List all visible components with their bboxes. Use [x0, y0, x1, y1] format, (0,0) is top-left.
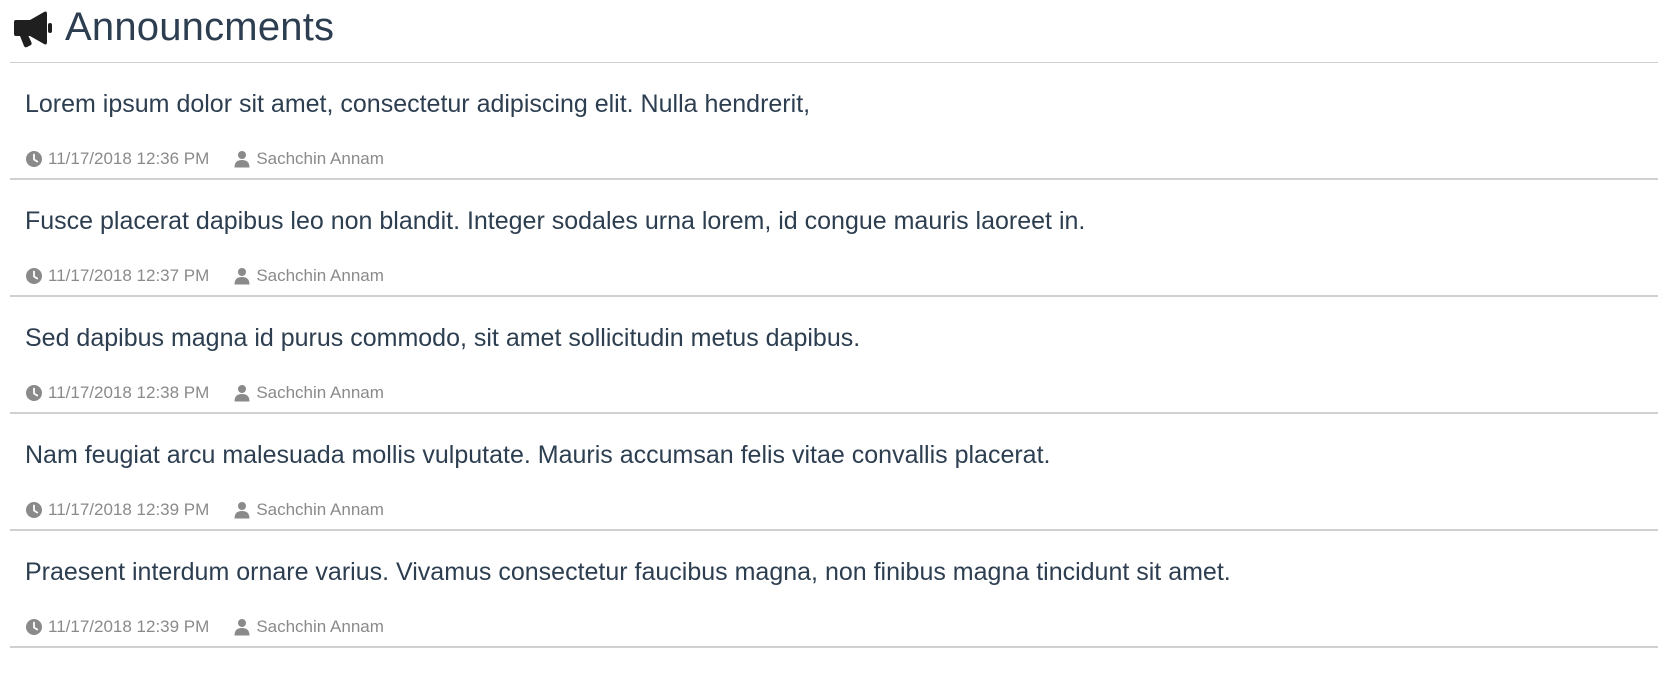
announcement-text: Sed dapibus magna id purus commodo, sit …	[25, 324, 861, 352]
announcement-text: Lorem ipsum dolor sit amet, consectetur …	[25, 90, 811, 118]
announcements-header: Announcments	[10, 0, 1658, 63]
user-icon	[234, 502, 250, 519]
user-icon	[234, 151, 250, 168]
announcement-meta: 11/17/2018 12:37 PM Sachchin Annam	[25, 266, 384, 286]
announcement-datetime: 11/17/2018 12:38 PM	[48, 383, 210, 402]
announcement-meta: 11/17/2018 12:36 PM Sachchin Annam	[25, 149, 384, 169]
announcement-item[interactable]: Nam feugiat arcu malesuada mollis vulput…	[10, 414, 1658, 531]
page-title: Announcments	[65, 5, 335, 49]
announcement-text: Nam feugiat arcu malesuada mollis vulput…	[25, 441, 1051, 469]
announcement-author: Sachchin Annam	[256, 149, 384, 168]
announcement-list: Lorem ipsum dolor sit amet, consectetur …	[10, 63, 1658, 648]
user-icon	[234, 385, 250, 402]
clock-icon	[26, 268, 42, 284]
announcement-datetime: 11/17/2018 12:37 PM	[48, 266, 210, 285]
announcements-panel: Announcments Lorem ipsum dolor sit amet,…	[0, 0, 1668, 679]
announcement-author: Sachchin Annam	[256, 266, 384, 285]
announcement-text: Fusce placerat dapibus leo non blandit. …	[25, 207, 1086, 235]
announcement-item[interactable]: Praesent interdum ornare varius. Vivamus…	[10, 531, 1658, 648]
announcement-datetime: 11/17/2018 12:36 PM	[48, 149, 210, 168]
announcement-meta: 11/17/2018 12:39 PM Sachchin Annam	[25, 500, 384, 520]
announcement-author: Sachchin Annam	[256, 383, 384, 402]
clock-icon	[26, 151, 42, 167]
user-icon	[234, 268, 250, 285]
clock-icon	[26, 385, 42, 401]
announcement-item[interactable]: Lorem ipsum dolor sit amet, consectetur …	[10, 63, 1658, 180]
announcement-meta: 11/17/2018 12:38 PM Sachchin Annam	[25, 383, 384, 403]
announcement-datetime: 11/17/2018 12:39 PM	[48, 500, 210, 519]
clock-icon	[26, 619, 42, 635]
announcement-item[interactable]: Sed dapibus magna id purus commodo, sit …	[10, 297, 1658, 414]
clock-icon	[26, 502, 42, 518]
announcement-author: Sachchin Annam	[256, 500, 384, 519]
announcement-datetime: 11/17/2018 12:39 PM	[48, 617, 210, 636]
user-icon	[234, 619, 250, 636]
announcement-author: Sachchin Annam	[256, 617, 384, 636]
announcement-text: Praesent interdum ornare varius. Vivamus…	[25, 558, 1231, 586]
megaphone-icon	[14, 11, 52, 48]
announcement-meta: 11/17/2018 12:39 PM Sachchin Annam	[25, 617, 384, 637]
announcement-item[interactable]: Fusce placerat dapibus leo non blandit. …	[10, 180, 1658, 297]
